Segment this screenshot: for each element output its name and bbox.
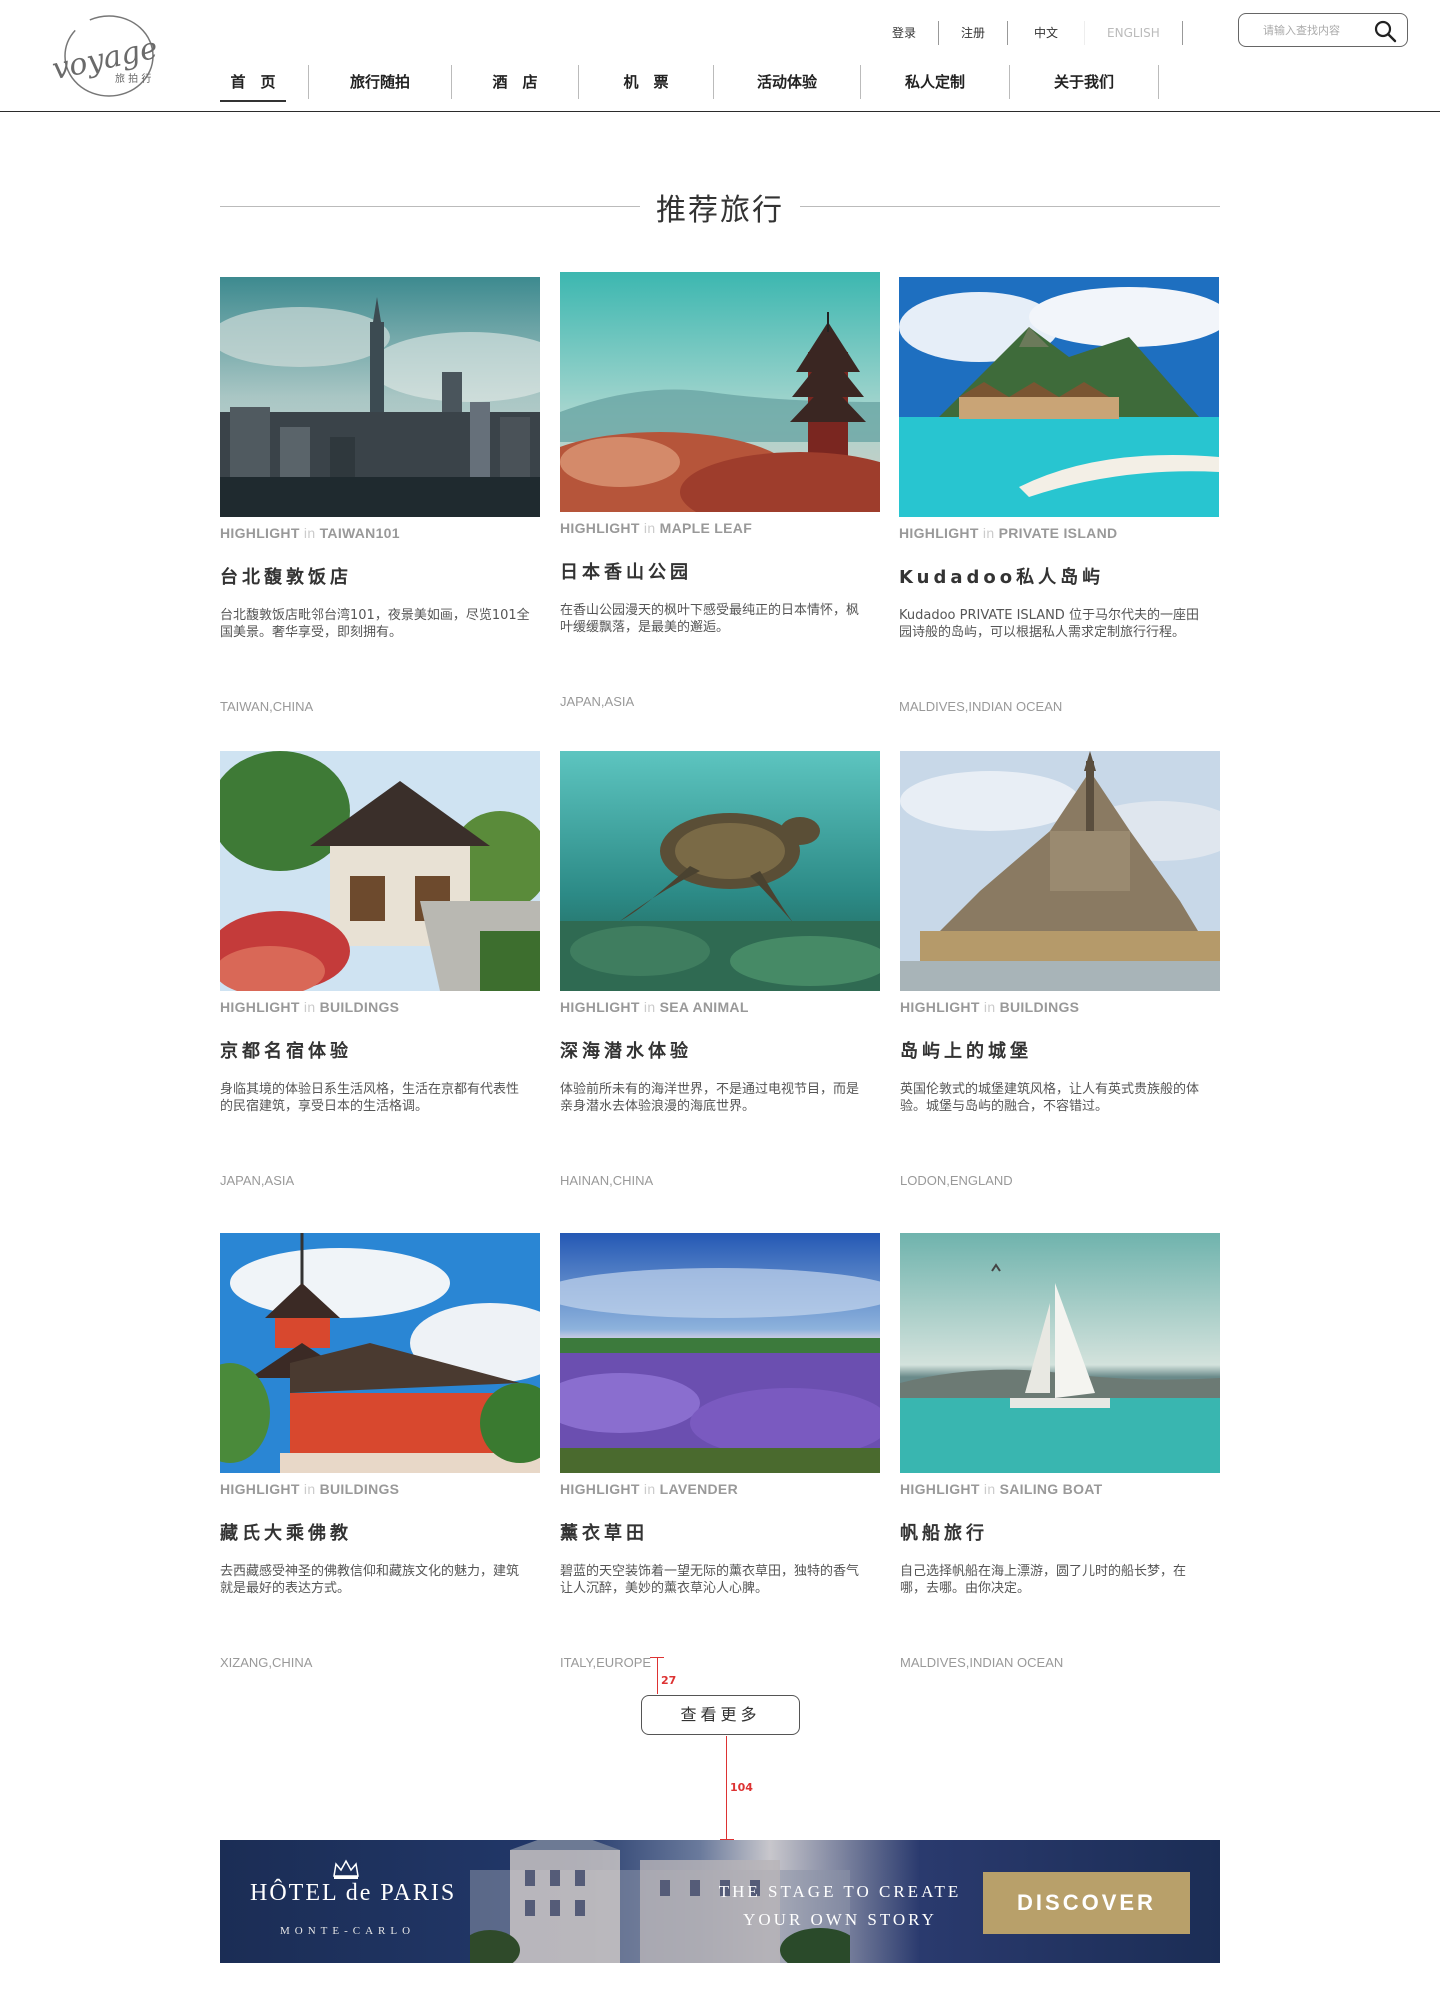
card-highlight: HIGHLIGHT in BUILDINGS <box>220 999 400 1015</box>
card-description: 台北馥敦饭店毗邻台湾101，夜景美如画，尽览101全国美景。奢华享受，即刻拥有。 <box>220 608 530 640</box>
card-title[interactable]: 深海潜水体验 <box>560 1037 880 1063</box>
travel-card[interactable]: HIGHLIGHT in BUILDINGS 岛屿上的城堡 英国伦敦式的城堡建筑… <box>900 751 1220 1188</box>
card-image-kyoto-inn[interactable] <box>220 751 540 991</box>
banner-slogan: THE STAGE TO CREATE YOUR OWN STORY <box>718 1882 962 1929</box>
card-image-sea-turtle[interactable] <box>560 751 880 991</box>
card-highlight: HIGHLIGHT in BUILDINGS <box>220 1481 400 1497</box>
card-image-sailboat[interactable] <box>900 1233 1220 1473</box>
card-description: 自己选择帆船在海上漂游，圆了儿时的船长梦，在哪，去哪。由你决定。 <box>900 1564 1187 1596</box>
card-title[interactable]: 藏氏大乘佛教 <box>220 1519 540 1545</box>
top-utility-bar: 登录 注册 中文 ENGLISH <box>870 20 1183 46</box>
card-location: MALDIVES,INDIAN OCEAN <box>900 1655 1064 1670</box>
lang-english-link[interactable]: ENGLISH <box>1085 20 1182 46</box>
card-highlight: HIGHLIGHT in PRIVATE ISLAND <box>899 525 1118 541</box>
travel-card[interactable]: HIGHLIGHT in LAVENDER 薰衣草田 碧蓝的天空装饰着一望无际的… <box>560 1233 880 1670</box>
voyage-logo[interactable]: voyage 旅 拍 行 <box>47 10 169 102</box>
nav-divider <box>1158 65 1159 99</box>
travel-card[interactable]: HIGHLIGHT in SEA ANIMAL 深海潜水体验 体验前所未有的海洋… <box>560 751 880 1188</box>
travel-card[interactable]: HIGHLIGHT in PRIVATE ISLAND Kudadoo私人岛屿 … <box>899 277 1219 714</box>
card-image-castle[interactable] <box>900 751 1220 991</box>
card-image-lavender[interactable] <box>560 1233 880 1473</box>
card-description: Kudadoo PRIVATE ISLAND 位于马尔代夫的一座田园诗般的岛屿，… <box>899 608 1199 640</box>
nav-item-hotel[interactable]: 酒 店 <box>452 64 578 100</box>
logo-mark: voyage 旅 拍 行 <box>49 15 161 97</box>
card-location: HAINAN,CHINA <box>560 1173 654 1188</box>
lang-chinese-link[interactable]: 中文 <box>1008 20 1084 46</box>
card-title[interactable]: 台北馥敦饭店 <box>220 563 540 589</box>
view-more-button[interactable]: 查看更多 <box>641 1695 800 1735</box>
banner-brand-subtitle: MONTE-CARLO <box>280 1925 416 1937</box>
register-link[interactable]: 注册 <box>939 20 1007 46</box>
card-description: 去西藏感受神圣的佛教信仰和藏族文化的魅力，建筑就是最好的表达方式。 <box>220 1564 520 1596</box>
card-location: JAPAN,ASIA <box>560 694 635 709</box>
card-location: LODON,ENGLAND <box>900 1173 1013 1188</box>
section-header: 推荐旅行 <box>220 185 1220 228</box>
travel-card[interactable]: HIGHLIGHT in BUILDINGS 藏氏大乘佛教 去西藏感受神圣的佛教… <box>220 1233 540 1670</box>
search-input[interactable] <box>1263 23 1388 37</box>
discover-button[interactable]: DISCOVER <box>983 1872 1190 1934</box>
card-image-taipei[interactable] <box>220 277 540 517</box>
card-image-maple[interactable] <box>560 272 880 512</box>
card-description: 英国伦敦式的城堡建筑风格，让人有英式贵族般的体验。城堡与岛屿的融合，不容错过。 <box>900 1082 1200 1114</box>
card-description: 碧蓝的天空装饰着一望无际的薰衣草田，独特的香气让人沉醉，美妙的薰衣草沁人心脾。 <box>560 1564 860 1596</box>
card-highlight: HIGHLIGHT in LAVENDER <box>560 1481 738 1497</box>
card-title[interactable]: 薰衣草田 <box>560 1519 880 1545</box>
banner-brand: HÔTEL de PARIS <box>250 1880 457 1906</box>
title-rule-right <box>800 206 1220 207</box>
crown-icon <box>333 1859 359 1879</box>
card-location: XIZANG,CHINA <box>220 1655 313 1670</box>
card-highlight: HIGHLIGHT in MAPLE LEAF <box>560 520 753 536</box>
card-title[interactable]: 帆船旅行 <box>900 1519 1220 1545</box>
card-description: 身临其境的体验日系生活风格，生活在京都有代表性的民宿建筑，享受日本的生活格调。 <box>220 1082 520 1114</box>
card-highlight: HIGHLIGHT in SAILING BOAT <box>900 1481 1103 1497</box>
nav-item-about[interactable]: 关于我们 <box>1010 64 1158 100</box>
logo-subtitle: 旅 拍 行 <box>115 72 151 85</box>
nav-item-home[interactable]: 首 页 <box>220 64 286 102</box>
card-highlight: HIGHLIGHT in BUILDINGS <box>900 999 1080 1015</box>
card-location: ITALY,EUROPE <box>560 1655 652 1670</box>
nav-item-activities[interactable]: 活动体验 <box>714 64 860 100</box>
card-title[interactable]: 日本香山公园 <box>560 558 880 584</box>
card-title[interactable]: Kudadoo私人岛屿 <box>899 563 1219 589</box>
card-location: MALDIVES,INDIAN OCEAN <box>899 699 1063 714</box>
hotel-ad-banner[interactable]: HÔTEL de PARIS MONTE-CARLO THE STAGE TO … <box>220 1840 1220 1963</box>
travel-card[interactable]: HIGHLIGHT in TAIWAN101 台北馥敦饭店 台北馥敦饭店毗邻台湾… <box>220 277 540 714</box>
travel-card[interactable]: HIGHLIGHT in BUILDINGS 京都名宿体验 身临其境的体验日系生… <box>220 751 540 1188</box>
login-link[interactable]: 登录 <box>870 20 938 46</box>
search-box <box>1238 13 1408 47</box>
card-location: JAPAN,ASIA <box>220 1173 295 1188</box>
nav-item-flights[interactable]: 机 票 <box>579 64 713 100</box>
search-icon[interactable] <box>1373 19 1397 43</box>
nav-item-custom[interactable]: 私人定制 <box>861 64 1009 100</box>
card-location: TAIWAN,CHINA <box>220 699 314 714</box>
card-highlight: HIGHLIGHT in TAIWAN101 <box>220 525 400 541</box>
card-title[interactable]: 岛屿上的城堡 <box>900 1037 1220 1063</box>
travel-card[interactable]: HIGHLIGHT in SAILING BOAT 帆船旅行 自己选择帆船在海上… <box>900 1233 1220 1670</box>
travel-card[interactable]: HIGHLIGHT in MAPLE LEAF 日本香山公园 在香山公园漫天的枫… <box>560 272 880 709</box>
site-header: voyage 旅 拍 行 登录 注册 中文 ENGLISH 首 页 旅行随拍 酒… <box>0 0 1440 112</box>
card-title[interactable]: 京都名宿体验 <box>220 1037 540 1063</box>
card-image-island[interactable] <box>899 277 1219 517</box>
card-description: 体验前所未有的海洋世界，不是通过电视节目，而是亲身潜水去体验浪漫的海底世界。 <box>560 1082 860 1114</box>
card-description: 在香山公园漫天的枫叶下感受最纯正的日本情怀，枫叶缓缓飘落，是最美的邂逅。 <box>560 603 860 635</box>
section-title: 推荐旅行 <box>656 193 784 228</box>
main-nav: 首 页 旅行随拍 酒 店 机 票 活动体验 私人定制 关于我们 <box>220 64 1159 102</box>
nav-item-travel-photos[interactable]: 旅行随拍 <box>309 64 451 100</box>
card-highlight: HIGHLIGHT in SEA ANIMAL <box>560 999 749 1015</box>
divider <box>1181 21 1183 45</box>
card-image-temple[interactable] <box>220 1233 540 1473</box>
